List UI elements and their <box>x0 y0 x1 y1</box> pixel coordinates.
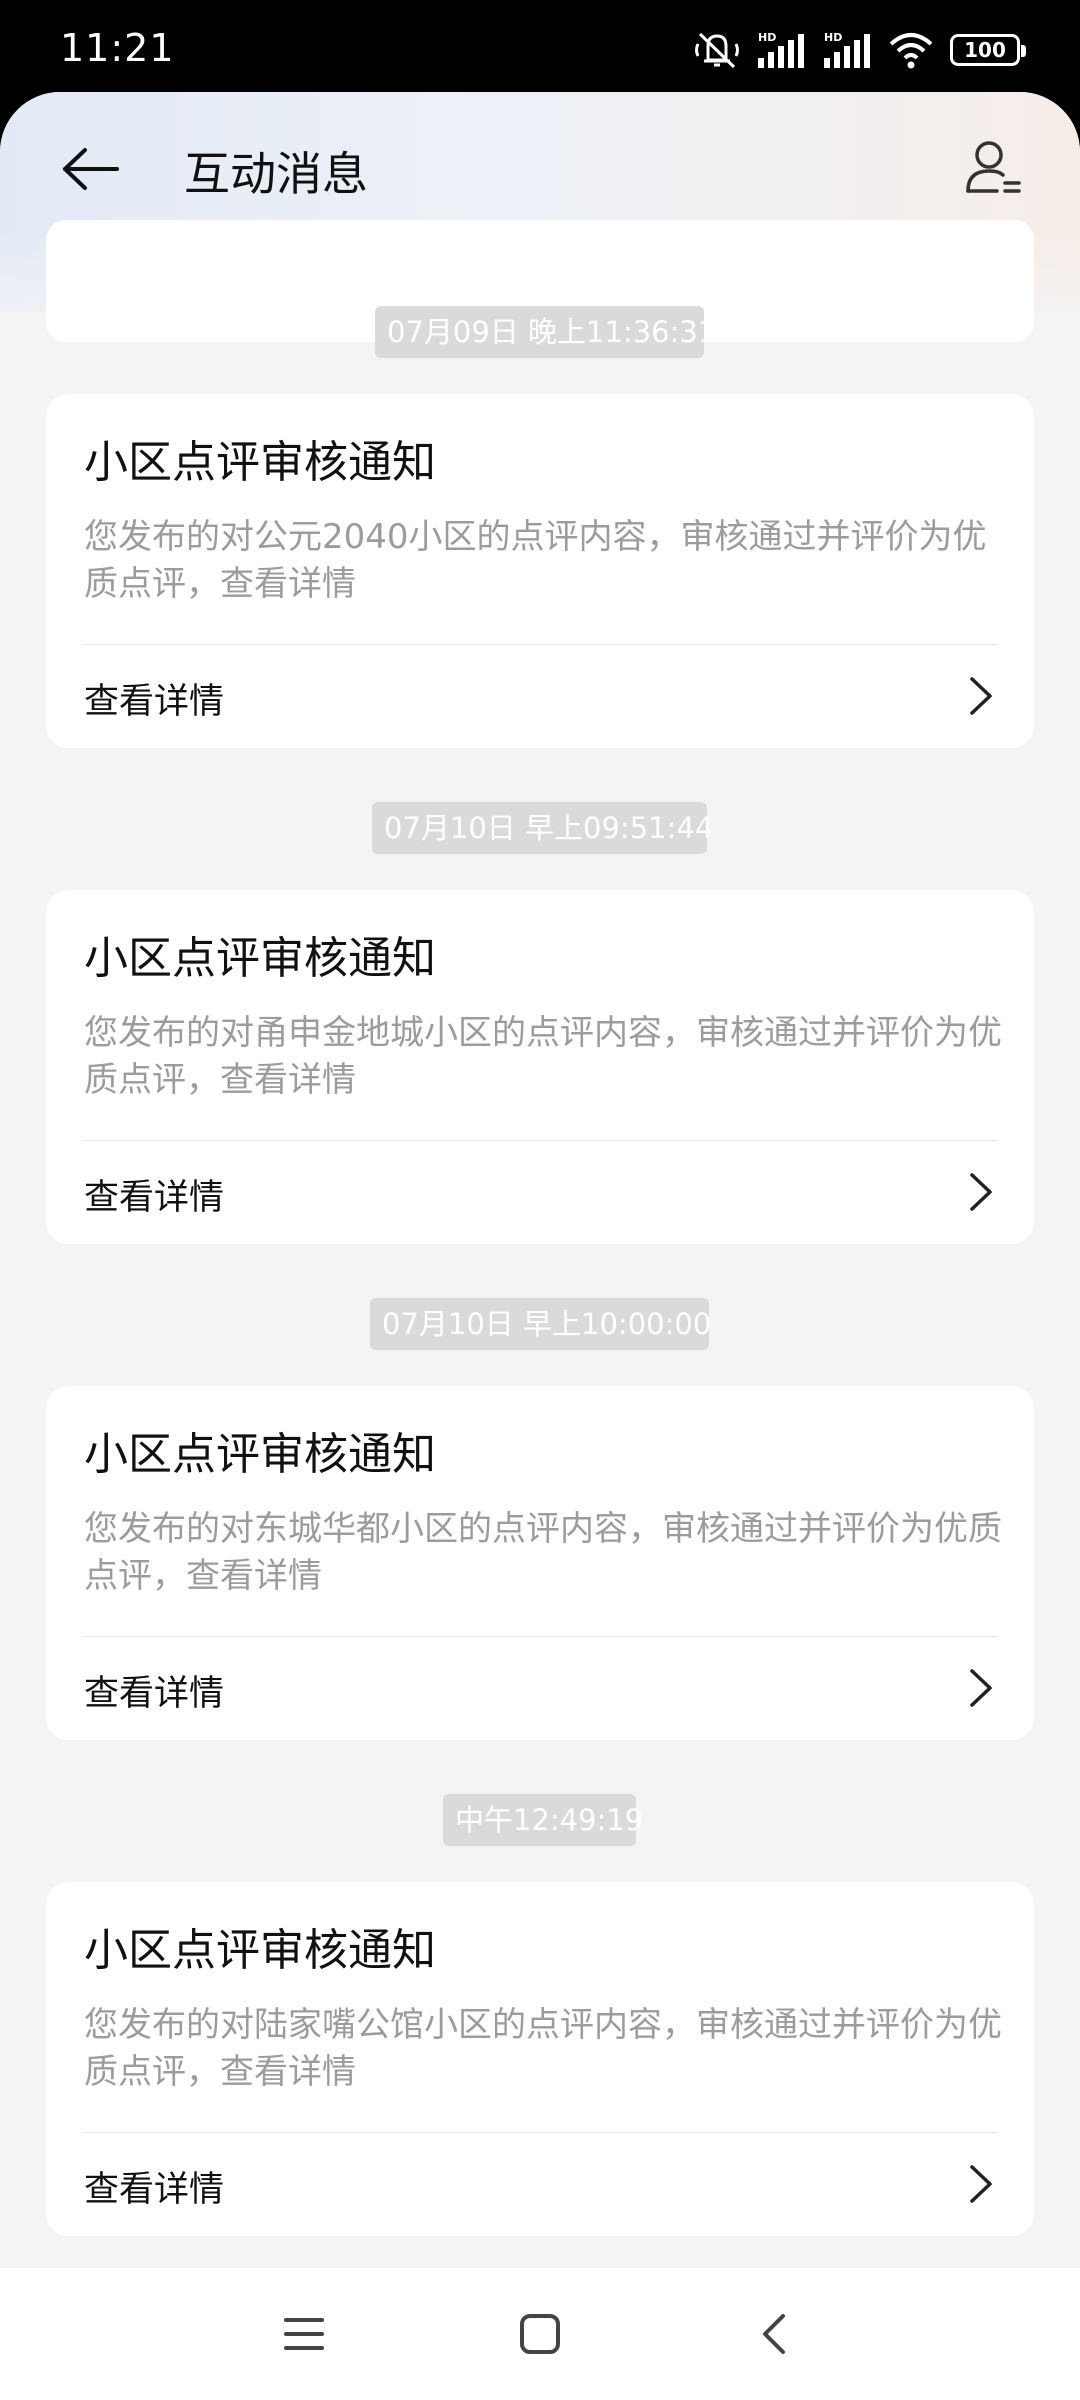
user-settings-icon <box>966 141 1021 193</box>
chevron-right-icon <box>958 2161 1004 2207</box>
view-details-link[interactable]: 查看详情 <box>46 1637 1034 1740</box>
mute-icon <box>694 30 740 70</box>
message-timestamp: 07月09日 晚上11:36:31 <box>375 306 716 358</box>
nav-back-button[interactable] <box>738 2298 810 2370</box>
status-icons: HD HD 100 <box>694 28 1026 72</box>
arrow-left-icon <box>63 148 119 190</box>
battery-icon: 100 <box>950 34 1026 66</box>
message-card: 小区点评审核通知 您发布的对公元2040小区的点评内容，审核通过并评价为优质点评… <box>46 394 1034 748</box>
svg-text:HD: HD <box>824 31 842 44</box>
message-timestamp: 07月10日 早上09:51:44 <box>372 802 713 854</box>
view-details-label: 查看详情 <box>84 1674 225 1714</box>
system-nav-bar <box>0 2268 1080 2400</box>
message-card: 小区点评审核通知 您发布的对甬申金地城小区的点评内容，审核通过并评价为优质点评，… <box>46 890 1034 1244</box>
home-icon <box>520 2314 560 2354</box>
header: 互动消息 <box>0 92 1080 242</box>
view-details-label: 查看详情 <box>84 682 225 722</box>
wifi-icon <box>888 30 934 70</box>
message-card: 小区点评审核通知 您发布的对东城华都小区的点评内容，审核通过并评价为优质点评，查… <box>46 1386 1034 1740</box>
message-body: 您发布的对陆家嘴公馆小区的点评内容，审核通过并评价为优质点评，查看详情 <box>84 2005 1002 2092</box>
message-body: 您发布的对甬申金地城小区的点评内容，审核通过并评价为优质点评，查看详情 <box>84 1013 1002 1100</box>
status-time: 11:21 <box>60 26 175 70</box>
message-title: 小区点评审核通知 <box>84 933 436 984</box>
page-title: 互动消息 <box>184 147 368 201</box>
message-title: 小区点评审核通知 <box>84 1925 436 1976</box>
menu-button[interactable] <box>268 2298 340 2370</box>
message-body: 您发布的对东城华都小区的点评内容，审核通过并评价为优质点评，查看详情 <box>84 1509 1002 1596</box>
message-body: 您发布的对公元2040小区的点评内容，审核通过并评价为优质点评，查看详情 <box>84 517 987 604</box>
view-details-link[interactable]: 查看详情 <box>46 2133 1034 2236</box>
chevron-right-icon <box>958 673 1004 719</box>
home-button[interactable] <box>504 2298 576 2370</box>
back-button[interactable] <box>58 136 124 202</box>
message-title: 小区点评审核通知 <box>84 1429 436 1480</box>
profile-button[interactable] <box>958 132 1028 202</box>
message-title: 小区点评审核通知 <box>84 437 436 488</box>
battery-level: 100 <box>964 38 1006 62</box>
view-details-link[interactable]: 查看详情 <box>46 645 1034 748</box>
view-details-label: 查看详情 <box>84 1178 225 1218</box>
app-screen: 互动消息 07月09日 晚上11:36:31 小区点评审核通知 您发布的对公元2… <box>0 92 1080 2400</box>
message-timestamp: 07月10日 早上10:00:00 <box>370 1298 711 1350</box>
svg-text:HD: HD <box>758 31 776 44</box>
signal-hd-icon: HD <box>756 30 806 70</box>
signal-hd-icon: HD <box>822 30 872 70</box>
chevron-right-icon <box>958 1169 1004 1215</box>
view-details-label: 查看详情 <box>84 2170 225 2210</box>
chevron-right-icon <box>958 1665 1004 1711</box>
message-timestamp: 中午12:49:19 <box>443 1794 643 1846</box>
view-details-link[interactable]: 查看详情 <box>46 1141 1034 1244</box>
back-icon <box>763 2314 785 2354</box>
status-bar: 11:21 HD HD 100 <box>0 0 1080 100</box>
menu-icon <box>284 2318 324 2350</box>
message-card: 小区点评审核通知 您发布的对陆家嘴公馆小区的点评内容，审核通过并评价为优质点评，… <box>46 1882 1034 2236</box>
